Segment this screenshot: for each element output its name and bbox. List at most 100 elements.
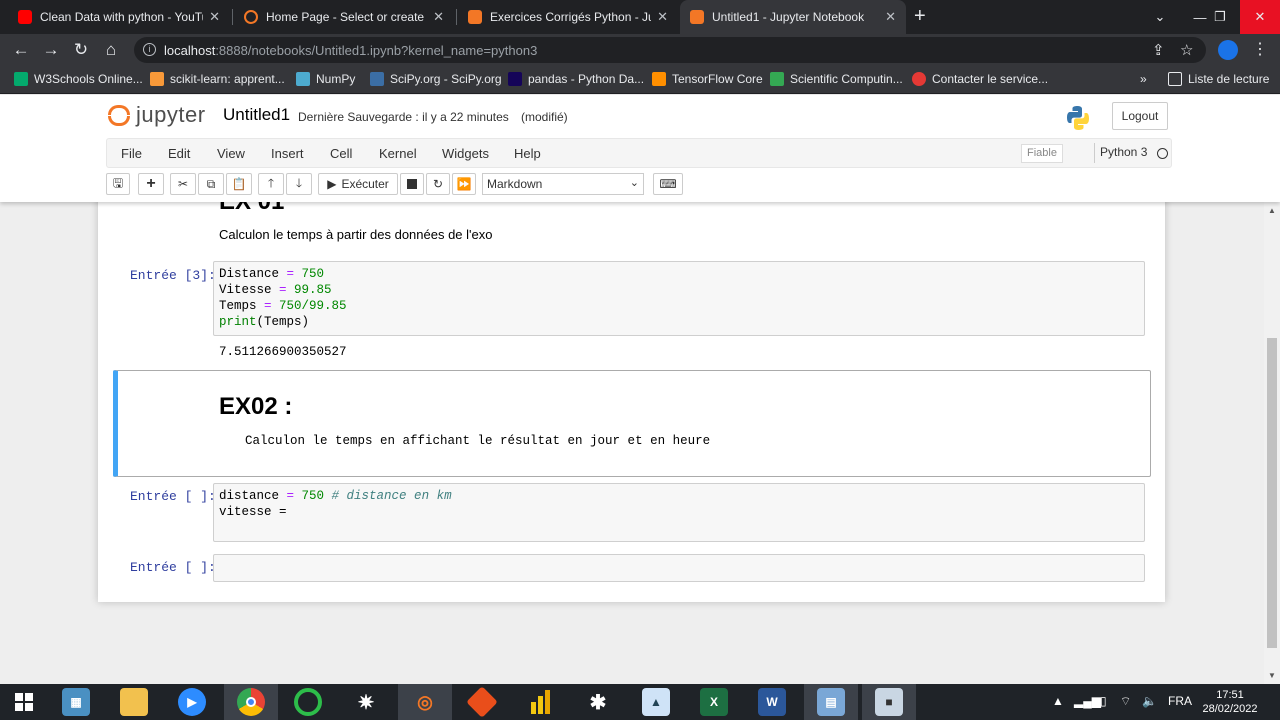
menu-file[interactable]: File — [121, 146, 142, 161]
copy-button[interactable]: ⧉ — [198, 173, 224, 195]
close-icon[interactable]: ✕ — [209, 9, 220, 25]
vertical-scrollbar[interactable]: ▲ ▼ — [1264, 202, 1280, 684]
selected-markdown-cell[interactable]: EX02 : Calculon le temps en affichant le… — [113, 370, 1151, 477]
scroll-down-icon[interactable]: ▼ — [1268, 671, 1276, 680]
notebook-name[interactable]: Untitled1 — [223, 105, 290, 125]
tab-home-page[interactable]: Home Page - Select or create a notebook … — [234, 0, 454, 34]
code-cell-input[interactable] — [213, 554, 1145, 582]
new-tab-button[interactable]: + — [914, 6, 926, 26]
slack-icon[interactable]: ✱ — [584, 688, 612, 716]
back-icon[interactable]: ← — [10, 40, 32, 60]
trusted-badge[interactable]: Fiable — [1021, 144, 1063, 163]
jupyter-logo[interactable]: jupyter — [108, 102, 206, 128]
markdown-text: Calculon le temps à partir des données d… — [219, 227, 493, 242]
wifi-icon[interactable]: ⌔ — [1120, 694, 1131, 709]
cell-output: 7.511266900350527 — [219, 345, 347, 359]
cell-prompt: Entrée [ ]: — [130, 489, 216, 504]
forward-icon[interactable]: → — [40, 40, 62, 60]
command-palette-button[interactable]: ⌨ — [653, 173, 683, 195]
info-icon[interactable]: i — [143, 43, 156, 56]
input-language[interactable]: FRA — [1168, 694, 1192, 708]
cut-button[interactable]: ✂ — [170, 173, 196, 195]
bookmark-scikit-learn[interactable]: scikit-learn: apprent... — [150, 72, 285, 86]
scroll-up-icon[interactable]: ▲ — [1268, 206, 1276, 215]
insert-cell-button[interactable]: + — [138, 173, 164, 195]
url-input[interactable]: i localhost:8888/notebooks/Untitled1.ipy… — [134, 37, 1206, 63]
windows-start-icon[interactable] — [10, 688, 38, 716]
menu-kernel[interactable]: Kernel — [379, 146, 417, 161]
bookmark-numpy[interactable]: NumPy — [296, 72, 355, 86]
image-app-icon[interactable]: ▲ — [642, 688, 670, 716]
more-bookmarks-button[interactable]: » — [1140, 72, 1147, 86]
power-bi-icon[interactable] — [526, 688, 554, 716]
system-clock[interactable]: 17:51 28/02/2022 — [1198, 688, 1262, 716]
web-app-icon[interactable]: ✷ — [352, 688, 380, 716]
bookmark-scientific-computing[interactable]: Scientific Computin... — [770, 72, 903, 86]
move-down-button[interactable]: 🡓 — [286, 173, 312, 195]
windows-taskbar: ▦ ▶ ✷ ◎ ✱ ▲ X W ▤ ■ ▲ ▂▄▆ ▯ ⌔ 🔈 FRA 17:5… — [0, 684, 1280, 720]
bookmark-pandas[interactable]: pandas - Python Da... — [508, 72, 644, 86]
cell-type-select[interactable]: Markdown ⌄ — [482, 173, 644, 195]
menu-widgets[interactable]: Widgets — [442, 146, 489, 161]
restart-run-all-button[interactable]: ⏩ — [452, 173, 476, 195]
tab-exercices[interactable]: Exercices Corrigés Python - Jupyter ✕ — [458, 0, 678, 34]
close-window-icon[interactable]: ✕ — [1240, 0, 1280, 34]
code-line: Temps = 750/99.85 — [219, 299, 347, 313]
paste-button[interactable]: 📋 — [226, 173, 252, 195]
tab-youtube[interactable]: Clean Data with python - YouTube ✕ — [8, 0, 230, 34]
menu-edit[interactable]: Edit — [168, 146, 190, 161]
menu-cell[interactable]: Cell — [330, 146, 352, 161]
jupyter-taskbar-icon[interactable]: ◎ — [411, 688, 439, 716]
bookmark-contact[interactable]: Contacter le service... — [912, 72, 1048, 86]
stop-icon — [407, 179, 417, 189]
share-icon[interactable]: ⇪ — [1152, 41, 1165, 59]
bookmark-w3schools[interactable]: W3Schools Online... — [14, 72, 143, 86]
close-icon[interactable]: ✕ — [433, 9, 444, 25]
interrupt-button[interactable] — [400, 173, 424, 195]
battery-icon[interactable]: ▯ — [1100, 694, 1107, 708]
tab-untitled1[interactable]: Untitled1 - Jupyter Notebook ✕ — [680, 0, 906, 34]
file-explorer-icon[interactable] — [120, 688, 148, 716]
code-cell-input[interactable]: distance = 750 # distance en km vitesse … — [213, 483, 1145, 542]
chrome-icon[interactable] — [237, 688, 265, 716]
scrollbar-thumb[interactable] — [1267, 338, 1277, 648]
move-up-button[interactable]: 🡑 — [258, 173, 284, 195]
jupyter-icon — [244, 10, 258, 24]
menu-help[interactable]: Help — [514, 146, 541, 161]
word-icon[interactable]: W — [758, 688, 786, 716]
star-icon[interactable]: ☆ — [1180, 41, 1193, 59]
restore-icon[interactable]: ❐ — [1200, 0, 1240, 34]
control-panel-icon[interactable]: ▤ — [817, 688, 845, 716]
calculator-icon[interactable]: ▦ — [62, 688, 90, 716]
kernel-name[interactable]: Python 3 — [1100, 145, 1147, 159]
close-icon[interactable]: ✕ — [657, 9, 668, 25]
sync-app-icon[interactable] — [294, 688, 322, 716]
tab-separator — [232, 9, 233, 25]
bookmark-label: W3Schools Online... — [34, 72, 143, 86]
run-button[interactable]: ▶ Exécuter — [318, 173, 398, 195]
logout-button[interactable]: Logout — [1112, 102, 1168, 130]
git-icon[interactable] — [466, 686, 498, 718]
menu-view[interactable]: View — [217, 146, 245, 161]
screen-recorder-icon[interactable]: ■ — [875, 688, 903, 716]
tab-search-icon[interactable]: ⌄ — [1140, 0, 1180, 34]
volume-icon[interactable]: 🔈 — [1142, 694, 1157, 708]
close-icon[interactable]: ✕ — [885, 9, 896, 25]
restart-button[interactable]: ↻ — [426, 173, 450, 195]
reload-icon[interactable]: ↻ — [70, 40, 92, 60]
show-hidden-icons[interactable]: ▲ — [1052, 694, 1064, 708]
zoom-icon[interactable]: ▶ — [178, 688, 206, 716]
excel-icon[interactable]: X — [700, 688, 728, 716]
network-signal-icon[interactable]: ▂▄▆ — [1074, 694, 1101, 708]
home-icon[interactable]: ⌂ — [100, 40, 122, 60]
more-menu-icon[interactable]: ⋮ — [1252, 39, 1268, 59]
menu-insert[interactable]: Insert — [271, 146, 304, 161]
profile-avatar[interactable] — [1218, 40, 1238, 60]
save-status: Dernière Sauvegarde : il y a 22 minutes — [298, 110, 509, 124]
reading-list-button[interactable]: Liste de lecture — [1168, 72, 1269, 86]
code-cell-input[interactable]: Distance = 750 Vitesse = 99.85 Temps = 7… — [213, 261, 1145, 336]
save-button[interactable]: 🖫 — [106, 173, 130, 195]
bookmark-label: NumPy — [316, 72, 356, 86]
bookmark-tensorflow[interactable]: TensorFlow Core — [652, 72, 763, 86]
bookmark-scipy[interactable]: SciPy.org - SciPy.org — [370, 72, 502, 86]
